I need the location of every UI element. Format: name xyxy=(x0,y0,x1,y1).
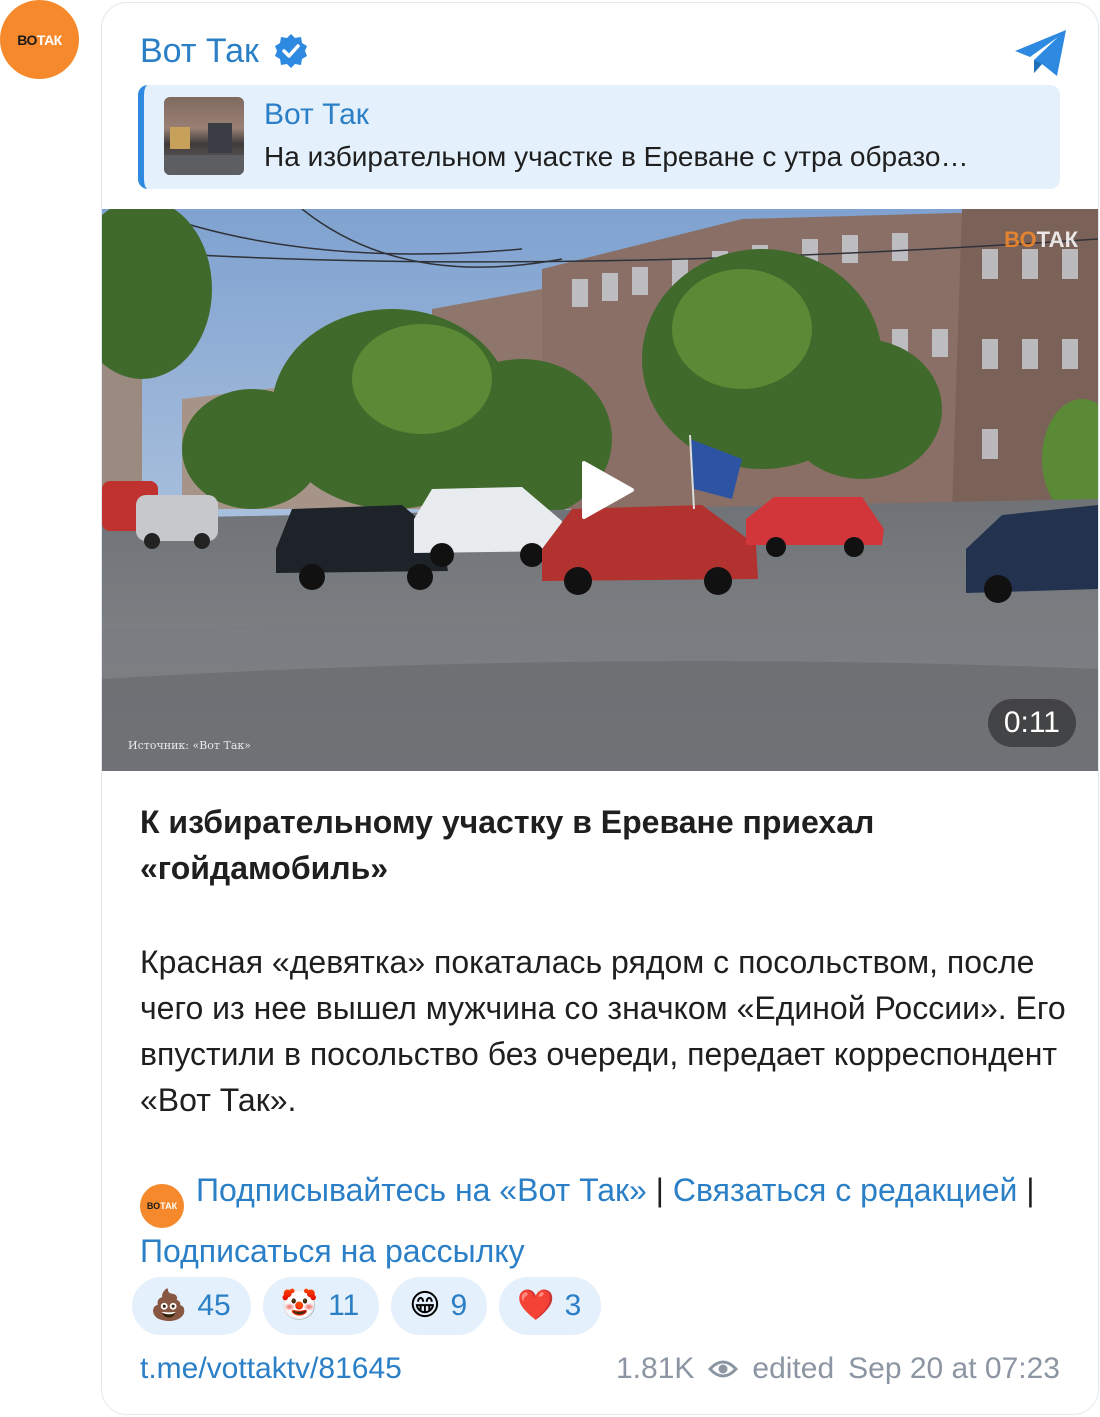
grin-emoji-icon: 😁 xyxy=(409,1288,441,1323)
post-date: Sep 20 at 07:23 xyxy=(848,1352,1060,1385)
telegram-icon[interactable] xyxy=(1012,27,1070,79)
wm-logo-dark: ВО xyxy=(1004,227,1037,252)
quoted-post-title: Вот Так xyxy=(264,98,369,131)
post-body: Красная «девятка» покаталась рядом с пос… xyxy=(140,944,1066,1118)
reactions-bar: 💩 45 🤡 11 😁 9 ❤️ 3 xyxy=(132,1277,602,1335)
reaction-heart[interactable]: ❤️ 3 xyxy=(499,1277,602,1335)
poop-emoji-icon: 💩 xyxy=(150,1288,188,1323)
wm-logo-light: ТАК xyxy=(1036,227,1078,252)
reaction-count: 9 xyxy=(450,1289,468,1322)
quoted-post-thumbnail xyxy=(164,97,244,175)
avatar-logo-dark: ВО xyxy=(17,31,37,48)
reaction-count: 3 xyxy=(564,1289,582,1322)
play-icon[interactable] xyxy=(574,459,636,521)
link-separator: | xyxy=(646,1172,673,1208)
mini-logo-light: ТАК xyxy=(160,1201,178,1211)
verified-badge-icon xyxy=(274,34,307,68)
reaction-grin[interactable]: 😁 9 xyxy=(391,1277,488,1335)
subscribe-link[interactable]: Подписывайтесь на «Вот Так» xyxy=(196,1172,647,1208)
post-title: К избирательному участку в Ереване приех… xyxy=(140,804,875,886)
mini-logo-dark: ВО xyxy=(146,1201,161,1211)
contact-editors-link[interactable]: Связаться с редакцией xyxy=(673,1172,1018,1208)
channel-avatar[interactable]: ВО ТАК xyxy=(0,0,79,79)
quoted-post-text: На избирательном участке в Ереване с утр… xyxy=(264,141,969,172)
avatar-logo-light: ТАК xyxy=(36,31,62,48)
video-duration: 0:11 xyxy=(987,699,1076,747)
post-meta: 1.81K edited Sep 20 at 07:23 xyxy=(616,1349,1060,1389)
video-source-watermark: Источник: «Вот Так» xyxy=(128,739,251,752)
link-separator: | xyxy=(1017,1172,1035,1208)
eye-icon xyxy=(708,1360,739,1378)
video-player[interactable]: ВОТАК Источник: «Вот Так» 0:11 xyxy=(102,209,1098,771)
heart-emoji-icon: ❤️ xyxy=(517,1288,555,1323)
reaction-count: 11 xyxy=(328,1289,360,1322)
view-count: 1.81K xyxy=(615,1352,695,1385)
reaction-count: 45 xyxy=(197,1289,231,1322)
newsletter-link[interactable]: Подписаться на рассылку xyxy=(140,1233,525,1269)
clown-emoji-icon: 🤡 xyxy=(280,1288,319,1323)
video-watermark-logo: ВОТАК xyxy=(1004,227,1078,253)
channel-name[interactable]: Вот Так xyxy=(140,29,259,73)
quoted-post[interactable]: Вот Так На избирательном участке в Ерева… xyxy=(138,85,1060,189)
post-links: ВОТАК Подписывайтесь на «Вот Так» | Связа… xyxy=(140,1167,1070,1274)
reaction-poop[interactable]: 💩 45 xyxy=(132,1277,251,1335)
edited-label: edited xyxy=(752,1352,835,1385)
post-permalink[interactable]: t.me/vottaktv/81645 xyxy=(140,1349,402,1389)
post-card: Вот Так Вот Так На избирательном участке… xyxy=(101,2,1099,1415)
channel-mini-logo: ВОТАК xyxy=(140,1184,184,1228)
post-header: Вот Так xyxy=(140,29,309,73)
reaction-clown[interactable]: 🤡 11 xyxy=(262,1277,380,1335)
